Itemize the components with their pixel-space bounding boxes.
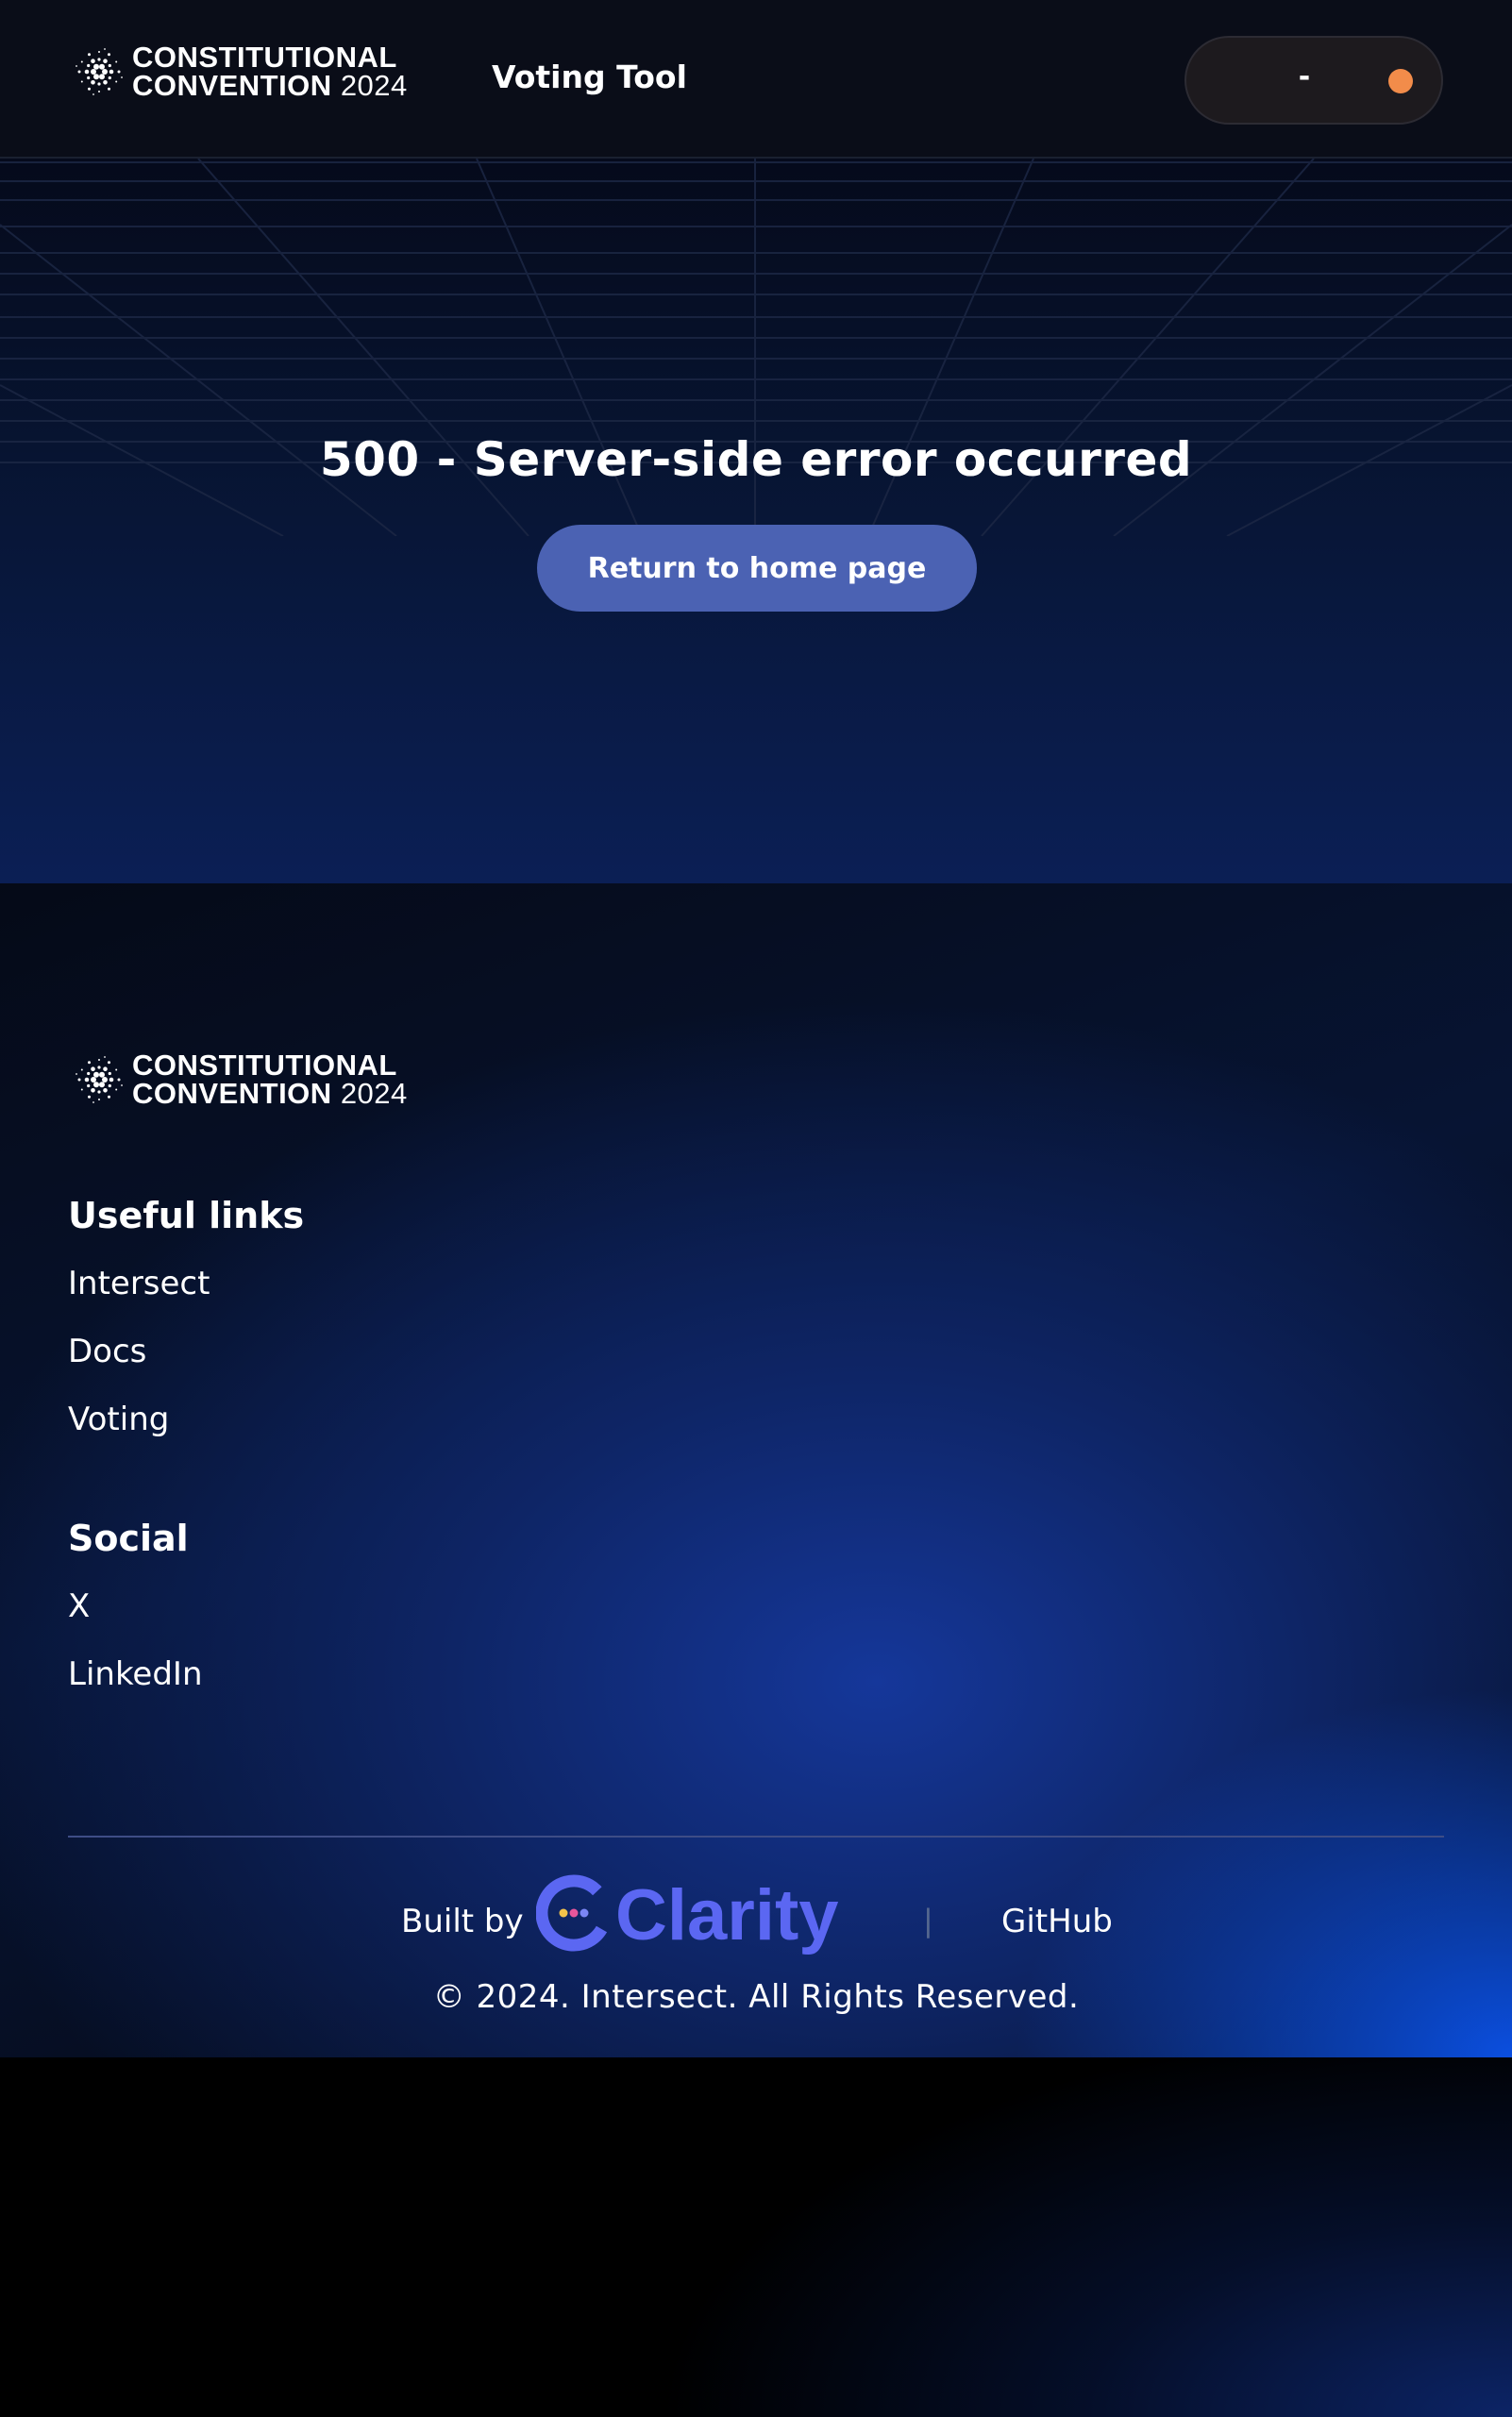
wallet-value: -	[1298, 60, 1311, 93]
clarity-wordmark: Clarity	[615, 1875, 839, 1955]
site-header: CONSTITUTIONAL CONVENTION 2024 Voting To…	[0, 0, 1512, 159]
page-bottom-background	[0, 2057, 1512, 2417]
logo-convention: CONVENTION	[132, 69, 332, 102]
header-logo[interactable]: CONSTITUTIONAL CONVENTION 2024	[74, 41, 408, 102]
logo-year: 2024	[340, 69, 408, 102]
footer-link-intersect[interactable]: Intersect	[68, 1265, 210, 1302]
error-hero: 500 - Server-side error occurred Return …	[0, 159, 1512, 883]
footer-logo[interactable]: CONSTITUTIONAL CONVENTION 2024	[74, 1049, 408, 1110]
logo-year: 2024	[340, 1077, 408, 1110]
useful-links-heading: Useful links	[68, 1195, 305, 1236]
logo-wordmark: CONSTITUTIONAL CONVENTION 2024	[132, 1049, 408, 1110]
clarity-logo-icon: Clarity	[536, 1874, 839, 1955]
social-heading: Social	[68, 1518, 189, 1559]
status-dot-icon	[1388, 69, 1413, 93]
logo-line-2: CONVENTION 2024	[132, 69, 408, 102]
logo-convention: CONVENTION	[132, 1077, 332, 1110]
logo-line-1: CONSTITUTIONAL	[132, 41, 397, 74]
cardano-logo-icon	[76, 1056, 123, 1103]
return-home-button[interactable]: Return to home page	[537, 525, 977, 612]
error-message: 500 - Server-side error occurred	[319, 432, 1193, 487]
footer-link-docs[interactable]: Docs	[68, 1333, 146, 1370]
footer-link-linkedin[interactable]: LinkedIn	[68, 1655, 203, 1693]
nav-voting-tool[interactable]: Voting Tool	[492, 59, 687, 95]
logo-line-1: CONSTITUTIONAL	[132, 1049, 397, 1082]
github-link[interactable]: GitHub	[1001, 1903, 1113, 1940]
copyright-text: © 2024. Intersect. All Rights Reserved.	[432, 1978, 1080, 2016]
footer-link-x[interactable]: X	[68, 1587, 90, 1625]
logo-line-2: CONVENTION 2024	[132, 1077, 408, 1110]
wallet-connect-button[interactable]: -	[1184, 36, 1443, 125]
cardano-logo-icon	[76, 48, 123, 95]
built-by-label: Built by	[401, 1903, 524, 1940]
footer-link-voting[interactable]: Voting	[68, 1401, 169, 1438]
site-footer: CONSTITUTIONAL CONVENTION 2024 Useful li…	[0, 883, 1512, 2057]
footer-divider	[68, 1836, 1444, 1838]
logo-wordmark: CONSTITUTIONAL CONVENTION 2024	[132, 41, 408, 102]
footer-separator: |	[923, 1903, 933, 1939]
